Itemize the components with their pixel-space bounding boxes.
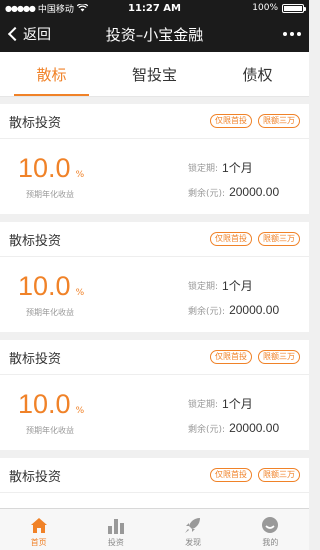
more-button[interactable] — [283, 16, 301, 52]
rocket-icon — [184, 515, 202, 535]
more-dots-icon — [283, 32, 287, 36]
home-icon — [30, 515, 48, 535]
battery-icon — [282, 3, 306, 13]
signal-icon: ●●●●● — [5, 3, 36, 13]
tabbar-label: 发现 — [185, 538, 202, 547]
remaining-amount: 剩余(元): 20000.00 — [188, 185, 279, 199]
rate-number: 10.0 — [18, 153, 71, 183]
card-title: 散标投资 — [9, 469, 62, 485]
tag-limit: 限额三万 — [258, 232, 300, 246]
profile-icon — [261, 515, 279, 535]
lock-value: 1个月 — [222, 397, 253, 411]
card-body: 10.0 % 预期年化收益 锁定期: 1个月 剩余(元): 20000.00 — [0, 375, 309, 450]
tag-first-invest: 仅限首投 — [210, 114, 252, 128]
card-tags: 仅限首投 限额三万 — [210, 114, 300, 128]
card-tags: 仅限首投 限额三万 — [210, 350, 300, 364]
rate-label: 预期年化收益 — [26, 308, 74, 317]
tabbar-label: 首页 — [30, 538, 47, 547]
wifi-icon — [76, 4, 88, 12]
tag-first-invest: 仅限首投 — [210, 232, 252, 246]
tabbar-item-discover[interactable]: 发现 — [155, 509, 232, 550]
card-title: 散标投资 — [9, 351, 62, 367]
card-body: 10.0 % 预期年化收益 锁定期: 1个月 剩余(元): 20000.00 — [0, 139, 309, 214]
lock-period: 锁定期: 1个月 — [188, 277, 253, 294]
lock-label: 锁定期: — [188, 282, 219, 292]
remain-value: 20000.00 — [229, 185, 280, 199]
carrier-label: 中国移动 — [37, 4, 74, 15]
lock-period: 锁定期: 1个月 — [188, 159, 253, 176]
product-card[interactable]: 散标投资 仅限首投 限额三万 10.0 % 预期年化收益 锁定期: 1个月 剩余… — [0, 222, 309, 332]
status-right: 100% — [252, 3, 306, 13]
chevron-left-icon — [7, 26, 23, 42]
category-tabs: 散标 智投宝 债权 — [0, 52, 309, 97]
tag-first-invest: 仅限首投 — [210, 468, 252, 482]
card-header: 散标投资 仅限首投 限额三万 — [0, 340, 309, 375]
rate-unit: % — [75, 170, 85, 180]
tab-zhitoubao[interactable]: 智投宝 — [103, 52, 206, 96]
more-dot — [297, 32, 301, 36]
remaining-amount: 剩余(元): 20000.00 — [188, 303, 279, 317]
remain-label: 剩余(元): — [188, 306, 226, 317]
back-label: 返回 — [23, 27, 51, 43]
nav-bar: 返回 投资–小宝金融 — [0, 16, 309, 52]
card-title: 散标投资 — [9, 233, 62, 249]
lock-label: 锁定期: — [188, 400, 219, 410]
rate-value: 10.0 % — [18, 153, 84, 184]
tabbar-label: 我的 — [262, 538, 279, 547]
lock-period: 锁定期: 1个月 — [188, 395, 253, 412]
battery-percent: 100% — [252, 3, 278, 13]
rate-label: 预期年化收益 — [26, 190, 74, 199]
more-dot — [290, 32, 294, 36]
tab-sanbiao[interactable]: 散标 — [0, 52, 103, 96]
status-bar: ●●●●● 中国移动 11:27 AM 100% — [0, 0, 309, 16]
bar-chart-icon — [107, 515, 125, 535]
remain-value: 20000.00 — [229, 303, 280, 317]
rate-label: 预期年化收益 — [26, 426, 74, 435]
card-body: 10.0 % 预期年化收益 锁定期: 1个月 剩余(元): 20000.00 — [0, 257, 309, 332]
tabbar-item-mine[interactable]: 我的 — [232, 509, 309, 550]
rate-unit: % — [75, 406, 85, 416]
tabbar-label: 投资 — [107, 538, 124, 547]
card-title: 散标投资 — [9, 115, 62, 131]
remain-label: 剩余(元): — [188, 424, 226, 435]
card-header: 散标投资 仅限首投 限额三万 — [0, 222, 309, 257]
tag-limit: 限额三万 — [258, 350, 300, 364]
lock-value: 1个月 — [222, 161, 253, 175]
tabbar-item-home[interactable]: 首页 — [0, 509, 77, 550]
rate-value: 10.0 % — [18, 389, 84, 420]
remaining-amount: 剩余(元): 20000.00 — [188, 421, 279, 435]
card-tags: 仅限首投 限额三万 — [210, 468, 300, 482]
product-card[interactable]: 散标投资 仅限首投 限额三万 10.0 % 预期年化收益 锁定期: 1个月 剩余… — [0, 340, 309, 450]
rate-unit: % — [75, 288, 85, 298]
rate-number: 10.0 — [18, 389, 71, 419]
bottom-tab-bar: 首页 投资 发现 我的 — [0, 508, 309, 550]
product-card[interactable]: 散标投资 仅限首投 限额三万 10.0 % 预期年化收益 锁定期: 1个月 剩余… — [0, 104, 309, 214]
back-button[interactable]: 返回 — [6, 16, 51, 52]
rate-value: 10.0 % — [18, 271, 84, 302]
product-list: 散标投资 仅限首投 限额三万 10.0 % 预期年化收益 锁定期: 1个月 剩余… — [0, 104, 309, 550]
tag-limit: 限额三万 — [258, 114, 300, 128]
remain-value: 20000.00 — [229, 421, 280, 435]
tabbar-item-invest[interactable]: 投资 — [77, 509, 154, 550]
status-left: ●●●●● 中国移动 — [5, 2, 88, 15]
card-header: 散标投资 仅限首投 限额三万 — [0, 458, 309, 493]
card-tags: 仅限首投 限额三万 — [210, 232, 300, 246]
remain-label: 剩余(元): — [188, 188, 226, 199]
tab-zhaiquan[interactable]: 债权 — [206, 52, 309, 96]
card-header: 散标投资 仅限首投 限额三万 — [0, 104, 309, 139]
rate-number: 10.0 — [18, 271, 71, 301]
tag-first-invest: 仅限首投 — [210, 350, 252, 364]
lock-value: 1个月 — [222, 279, 253, 293]
tag-limit: 限额三万 — [258, 468, 300, 482]
lock-label: 锁定期: — [188, 164, 219, 174]
